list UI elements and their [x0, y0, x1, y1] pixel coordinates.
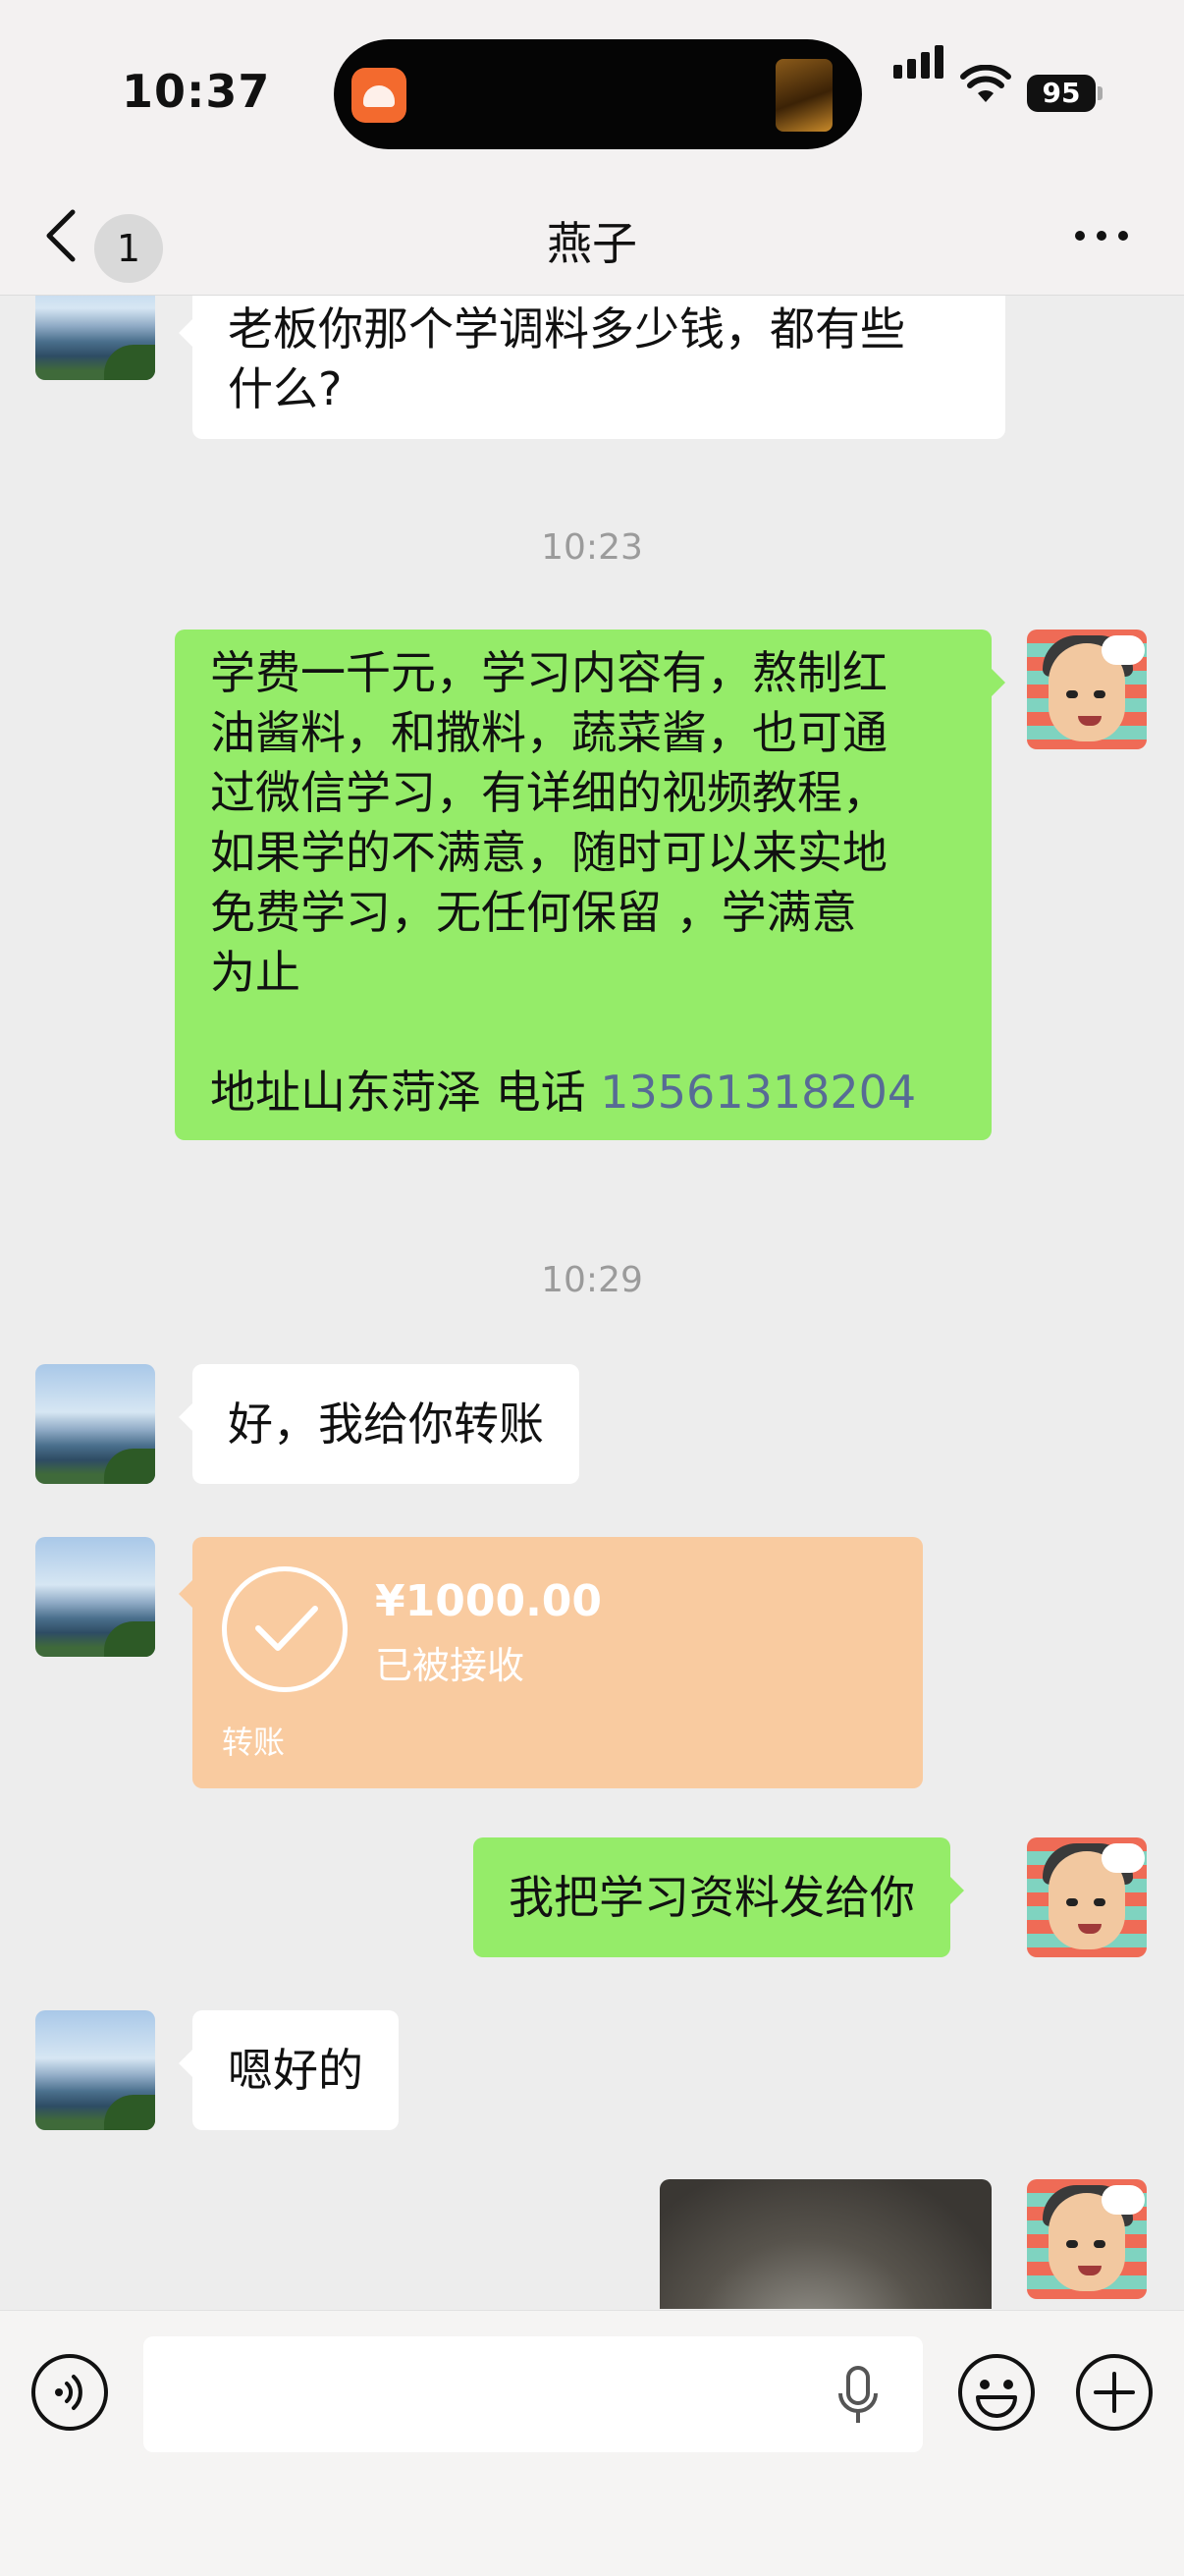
contact-avatar[interactable]: [35, 2010, 155, 2130]
microphone-icon[interactable]: [834, 2364, 882, 2429]
message-line: 免费学习，无任何保留 ，学满意: [210, 886, 857, 939]
transfer-card[interactable]: ¥1000.00 已被接收 转账: [179, 1537, 923, 1788]
message-input[interactable]: [143, 2336, 923, 2452]
plus-icon[interactable]: [1074, 2352, 1155, 2433]
voice-icon[interactable]: [29, 2352, 110, 2433]
incoming-message[interactable]: 老板你那个学调料多少钱，都有些 什么?: [179, 296, 1005, 439]
battery-icon: 95: [1027, 75, 1096, 112]
address-text: 地址山东菏泽 电话: [210, 1066, 601, 1119]
message-line: 过微信学习，有详细的视频教程，: [210, 766, 888, 819]
message-line: 油酱料，和撒料，蔬菜酱，也可通: [210, 706, 888, 759]
message-line: 老板你那个学调料多少钱，都有些: [228, 302, 905, 356]
my-avatar[interactable]: [1027, 630, 1147, 749]
contact-avatar[interactable]: [35, 1364, 155, 1484]
timestamp: 10:23: [541, 527, 643, 568]
transfer-label: 转账: [222, 1724, 286, 1761]
timestamp: 10:29: [541, 1260, 643, 1300]
wifi-icon: [960, 65, 1011, 102]
chat-title: 燕子: [547, 217, 637, 270]
my-avatar[interactable]: [1027, 1837, 1147, 1957]
phone-number-link[interactable]: 13561318204: [600, 1066, 916, 1119]
status-bar: 10:37 95: [0, 0, 1184, 177]
emoji-icon[interactable]: [956, 2352, 1037, 2433]
now-playing-artwork-icon[interactable]: [776, 59, 833, 132]
contact-avatar[interactable]: [35, 1537, 155, 1657]
battery-tip: [1098, 86, 1103, 100]
my-avatar[interactable]: [1027, 2179, 1147, 2299]
more-icon[interactable]: [1072, 228, 1131, 244]
outgoing-message[interactable]: 我把学习资料发给你: [473, 1837, 964, 1957]
message-line: 为止: [210, 946, 300, 999]
message-line: 如果学的不满意，随时可以来实地: [210, 826, 888, 879]
contact-avatar[interactable]: [35, 296, 155, 380]
incoming-message[interactable]: 好，我给你转账: [179, 1364, 579, 1484]
incoming-message[interactable]: 嗯好的: [179, 2010, 399, 2130]
image-message[interactable]: [660, 2179, 992, 2309]
chat-header: 1 燕子: [0, 177, 1184, 296]
message-line: 地址山东菏泽 电话 13561318204: [210, 1063, 956, 1123]
live-activity-app-icon[interactable]: [351, 68, 406, 123]
check-circle-icon: [222, 1566, 348, 1692]
message-list[interactable]: 老板你那个学调料多少钱，都有些 什么? 10:23 学费一千元，学习内容有，熬制…: [0, 296, 1184, 2309]
outgoing-message[interactable]: 学费一千元，学习内容有，熬制红 油酱料，和撒料，蔬菜酱，也可通 过微信学习，有详…: [175, 630, 1005, 1140]
message-line: 学费一千元，学习内容有，熬制红: [210, 646, 888, 699]
dynamic-island[interactable]: [334, 39, 862, 149]
message-line: 什么?: [228, 362, 343, 415]
transfer-status: 已被接收: [375, 1644, 525, 1687]
input-bar: [0, 2310, 1184, 2576]
transfer-amount: ¥1000.00: [375, 1576, 603, 1626]
status-time: 10:37: [122, 65, 271, 118]
